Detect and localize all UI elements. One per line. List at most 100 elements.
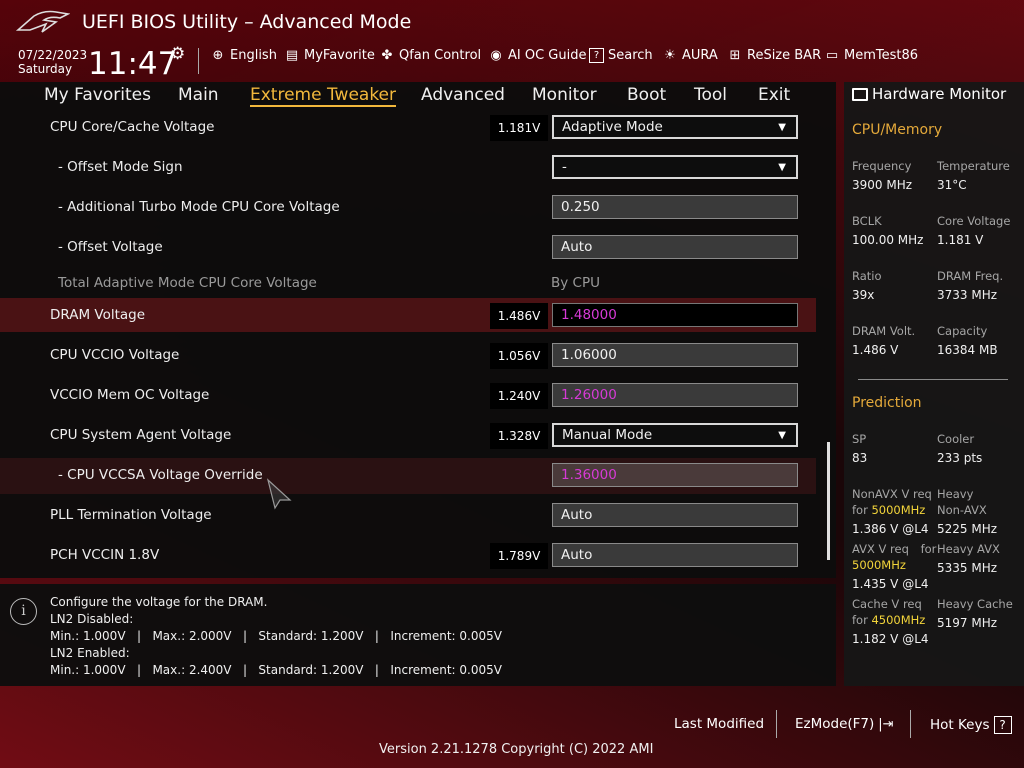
- ai-oc-guide-button[interactable]: ◉ AI OC Guide: [488, 48, 586, 63]
- vccsa-override-input[interactable]: 1.36000: [552, 463, 798, 487]
- last-modified-button[interactable]: Last Modified: [674, 716, 764, 732]
- hw-label: Capacity: [937, 324, 988, 338]
- hw-label: for 4500MHz: [852, 612, 925, 628]
- hw-label: Heavy AVX: [937, 542, 1000, 556]
- ai-oc-label: AI OC Guide: [508, 48, 587, 63]
- system-agent-voltage-select[interactable]: Manual Mode ▼: [552, 423, 798, 447]
- scrollbar[interactable]: [827, 442, 830, 560]
- hw-label: Cooler: [937, 432, 975, 446]
- offset-voltage-input[interactable]: Auto: [552, 235, 798, 259]
- ezmode-button[interactable]: EzMode(F7) |⇥: [795, 716, 894, 732]
- dram-voltage-input[interactable]: 1.48000: [552, 303, 798, 327]
- tab-advanced[interactable]: Advanced: [421, 85, 505, 105]
- aura-button[interactable]: ☀ AURA: [662, 48, 718, 63]
- tab-boot[interactable]: Boot: [627, 85, 666, 105]
- setting-label: CPU Core/Cache Voltage: [50, 119, 215, 135]
- tab-monitor[interactable]: Monitor: [532, 85, 597, 105]
- question-box-icon: ?: [589, 48, 604, 63]
- tab-main[interactable]: Main: [178, 85, 219, 105]
- setting-row[interactable]: - CPU VCCSA Voltage Override 1.36000: [0, 458, 816, 494]
- top-bar: 07/22/2023 Saturday 11:47 ⚙ ⊕ English ▤ …: [0, 44, 1024, 82]
- fan-icon: ✤: [381, 48, 393, 63]
- setting-row-selected[interactable]: DRAM Voltage 1.486V 1.48000: [0, 298, 816, 332]
- voltage-readout: 1.486V: [490, 303, 548, 329]
- voltage-readout: 1.328V: [490, 423, 548, 449]
- monitor-icon: [852, 87, 868, 101]
- chevron-down-icon: ▼: [778, 162, 786, 173]
- hw-label: Frequency: [852, 159, 912, 173]
- memtest-label: MemTest86: [844, 48, 919, 63]
- vccio-voltage-input[interactable]: 1.06000: [552, 343, 798, 367]
- offset-mode-sign-select[interactable]: - ▼: [552, 155, 798, 179]
- setting-label: Total Adaptive Mode CPU Core Voltage: [58, 275, 317, 291]
- ai-oc-icon: ◉: [490, 48, 502, 63]
- chevron-down-icon: ▼: [778, 430, 786, 441]
- pch-vccin-input[interactable]: Auto: [552, 543, 798, 567]
- setting-row: Total Adaptive Mode CPU Core Voltage By …: [0, 266, 816, 302]
- help-text: LN2 Enabled:: [50, 646, 130, 660]
- memtest-icon: ▭: [825, 48, 839, 63]
- divider: [198, 48, 199, 74]
- qfan-control-button[interactable]: ✤ Qfan Control: [379, 48, 482, 63]
- hw-value: 1.435 V @L4: [852, 577, 929, 591]
- hw-value: 39x: [852, 288, 875, 302]
- main-tabs: My Favorites Main Extreme Tweaker Advanc…: [0, 82, 836, 112]
- setting-row[interactable]: CPU VCCIO Voltage 1.056V 1.06000: [0, 338, 816, 374]
- setting-row[interactable]: - Additional Turbo Mode CPU Core Voltage…: [0, 190, 816, 226]
- vccio-mem-oc-voltage-input[interactable]: 1.26000: [552, 383, 798, 407]
- hot-keys-button[interactable]: Hot Keys ?: [930, 716, 1012, 734]
- language-button[interactable]: ⊕ English: [210, 48, 277, 63]
- hw-value: 1.386 V @L4: [852, 522, 929, 536]
- myfavorite-button[interactable]: ▤ MyFavorite: [284, 48, 375, 63]
- date: 07/22/2023: [18, 48, 88, 62]
- cpu-memory-heading: CPU/Memory: [852, 122, 943, 138]
- divider: [858, 379, 1008, 380]
- hw-value: 5335 MHz: [937, 561, 998, 575]
- setting-row[interactable]: - Offset Voltage Auto: [0, 230, 816, 266]
- setting-row[interactable]: PLL Termination Voltage Auto: [0, 498, 816, 534]
- voltage-readout: 1.056V: [490, 343, 548, 369]
- hw-value: 3900 MHz: [852, 178, 913, 192]
- chevron-down-icon: ▼: [778, 122, 786, 133]
- hw-label: Core Voltage: [937, 214, 1011, 228]
- help-panel: i Configure the voltage for the DRAM. LN…: [0, 584, 836, 686]
- myfavorite-label: MyFavorite: [304, 48, 375, 63]
- tab-exit[interactable]: Exit: [758, 85, 790, 105]
- ezmode-label: EzMode(F7): [795, 716, 875, 732]
- setting-row[interactable]: - Offset Mode Sign - ▼: [0, 150, 816, 186]
- hw-label: Heavy Cache: [937, 597, 1013, 611]
- voltage-readout: 1.181V: [490, 115, 548, 141]
- setting-label: PCH VCCIN 1.8V: [50, 547, 160, 563]
- tab-extreme-tweaker[interactable]: Extreme Tweaker: [250, 85, 397, 107]
- search-button[interactable]: ? Search: [589, 48, 653, 63]
- hw-value: 100.00 MHz: [852, 233, 924, 247]
- hw-value: 1.182 V @L4: [852, 632, 929, 646]
- turbo-core-voltage-input[interactable]: 0.250: [552, 195, 798, 219]
- help-text: Min.: 1.000V | Max.: 2.000V | Standard: …: [50, 629, 502, 643]
- favorite-icon: ▤: [285, 48, 299, 63]
- hw-value: 83: [852, 451, 868, 465]
- language-label: English: [230, 48, 277, 63]
- cpu-core-voltage-select[interactable]: Adaptive Mode ▼: [552, 115, 798, 139]
- tab-tool[interactable]: Tool: [694, 85, 727, 105]
- memtest-button[interactable]: ▭ MemTest86: [824, 48, 918, 63]
- tab-my-favorites[interactable]: My Favorites: [44, 85, 151, 105]
- aura-label: AURA: [682, 48, 718, 63]
- resize-bar-button[interactable]: ⊞ ReSize BAR: [727, 48, 822, 63]
- divider: [910, 710, 911, 738]
- for-label: for: [852, 503, 868, 517]
- hw-value: 5225 MHz: [937, 522, 998, 536]
- pll-termination-input[interactable]: Auto: [552, 503, 798, 527]
- hw-value: 1.486 V: [852, 343, 899, 357]
- hw-label: for 5000MHz: [852, 502, 925, 518]
- hw-value: 31°C: [937, 178, 967, 192]
- date-display: 07/22/2023 Saturday: [18, 48, 87, 76]
- setting-row[interactable]: PCH VCCIN 1.8V 1.789V Auto: [0, 538, 816, 574]
- setting-label: PLL Termination Voltage: [50, 507, 212, 523]
- gear-icon[interactable]: ⚙: [170, 44, 185, 64]
- setting-row[interactable]: CPU System Agent Voltage 1.328V Manual M…: [0, 418, 816, 454]
- voltage-readout: 1.240V: [490, 383, 548, 409]
- setting-row[interactable]: VCCIO Mem OC Voltage 1.240V 1.26000: [0, 378, 816, 414]
- hot-keys-label: Hot Keys: [930, 717, 990, 733]
- setting-row[interactable]: CPU Core/Cache Voltage 1.181V Adaptive M…: [0, 110, 816, 146]
